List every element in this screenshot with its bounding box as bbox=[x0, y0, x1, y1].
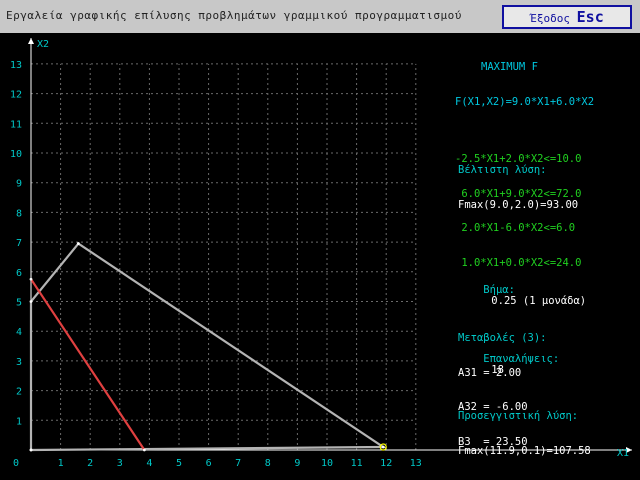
x-tick-label: 2 bbox=[87, 458, 93, 469]
constraint-3: 2.0*X1-6.0*X2<=6.0 bbox=[455, 222, 576, 234]
title-bar: Εργαλεία γραφικής επίλυσης προβλημάτων γ… bbox=[0, 0, 640, 33]
optimal-value: Fmax(9.0,2.0)=93.00 bbox=[458, 198, 579, 211]
x-tick-label: 11 bbox=[351, 458, 363, 469]
vertex-point bbox=[76, 242, 80, 245]
exit-key-icon: Esc bbox=[576, 8, 604, 26]
change-a32: A32 = -6.00 bbox=[458, 401, 528, 413]
y-tick-label: 7 bbox=[16, 238, 22, 249]
y-tick-label: 4 bbox=[16, 327, 22, 338]
change-b3: B3 = 23.50 bbox=[458, 435, 528, 448]
vertex-point bbox=[29, 300, 33, 303]
exit-button[interactable]: Έξοδος Esc bbox=[502, 5, 632, 29]
y-tick-label: 12 bbox=[10, 90, 22, 101]
x-tick-label: 1 bbox=[58, 458, 64, 469]
y-tick-label: 6 bbox=[16, 268, 22, 279]
optimal-label: Βέλτιστη λύση: bbox=[458, 164, 547, 176]
y-axis-arrow-icon bbox=[28, 38, 34, 44]
x-tick-label: 3 bbox=[117, 458, 123, 469]
x-tick-label: 8 bbox=[265, 458, 271, 469]
change-a31: A31 = 2.00 bbox=[458, 366, 522, 379]
x-tick-label: 9 bbox=[294, 458, 300, 469]
vertex-point bbox=[142, 448, 146, 452]
x-tick-label: 5 bbox=[176, 458, 182, 469]
x-tick-label: 12 bbox=[380, 458, 392, 469]
y-tick-label: 1 bbox=[16, 416, 22, 427]
objective-function: F(X1,X2)=9.0*X1+6.0*X2 bbox=[455, 95, 595, 108]
step-label: Βήμα: bbox=[483, 283, 515, 296]
grid bbox=[31, 63, 417, 450]
y-axis-label: X2 bbox=[37, 39, 49, 50]
step-value: 0.25 (1 μονάδα) bbox=[491, 295, 587, 307]
changes-label: Μεταβολές (3): bbox=[458, 332, 547, 344]
x-tick-label: 10 bbox=[321, 458, 333, 469]
window-title: Εργαλεία γραφικής επίλυσης προβλημάτων γ… bbox=[6, 9, 462, 22]
exit-button-label: Έξοδος bbox=[530, 12, 571, 25]
maximum-heading: MAXIMUM F bbox=[481, 61, 538, 73]
series-feasible-region bbox=[29, 242, 387, 452]
vertex-point bbox=[29, 448, 33, 452]
y-tick-label: 13 bbox=[10, 60, 22, 71]
y-tick-label: 11 bbox=[10, 119, 22, 130]
y-tick-label: 8 bbox=[16, 208, 22, 219]
y-tick-label: 10 bbox=[10, 149, 22, 160]
y-tick-label: 5 bbox=[16, 298, 22, 309]
optimal-solution: Βέλτιστη λύση: Fmax(9.0,2.0)=93.00 bbox=[458, 142, 578, 223]
x-tick-label: 4 bbox=[146, 458, 152, 469]
x-tick-label: 0 bbox=[13, 458, 19, 469]
y-tick-label: 9 bbox=[16, 179, 22, 190]
changes-panel: Μεταβολές (3): A31 = 2.00 A32 = -6.00 B3… bbox=[458, 310, 547, 460]
vertex-point bbox=[29, 277, 33, 281]
x-tick-label: 13 bbox=[410, 458, 422, 469]
x-tick-label: 7 bbox=[235, 458, 241, 469]
series-objective-line bbox=[30, 278, 146, 451]
x-axis-label: X1 bbox=[617, 448, 629, 459]
y-tick-label: 2 bbox=[16, 387, 22, 398]
x-tick-label: 6 bbox=[206, 458, 212, 469]
y-tick-label: 3 bbox=[16, 357, 22, 368]
vertex-point bbox=[381, 445, 385, 449]
